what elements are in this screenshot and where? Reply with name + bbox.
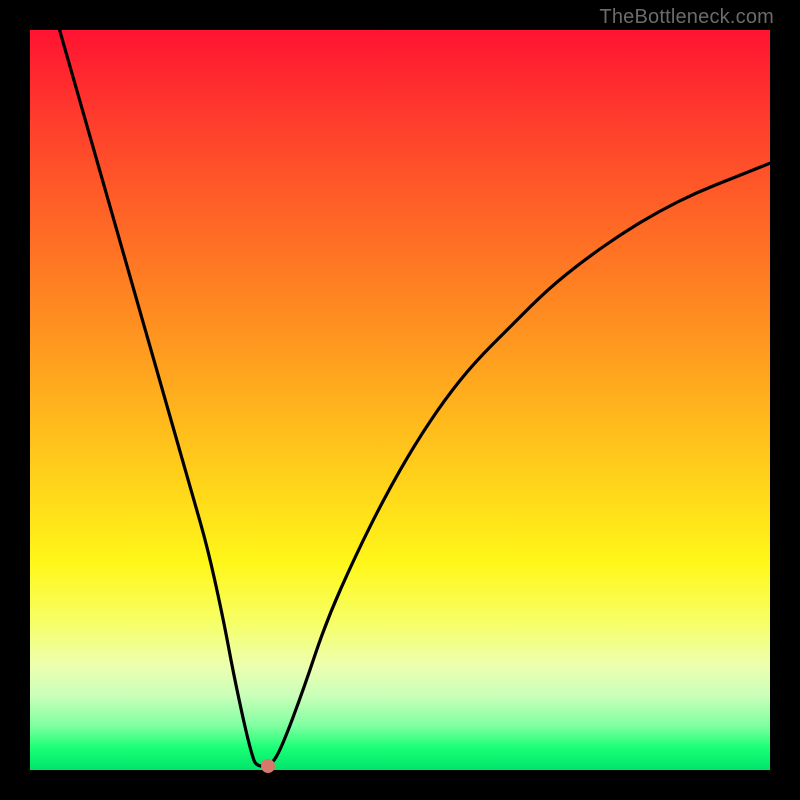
chart-frame: TheBottleneck.com (0, 0, 800, 800)
watermark-text: TheBottleneck.com (599, 6, 774, 29)
bottleneck-curve (30, 30, 770, 770)
minimum-point-marker (261, 759, 275, 773)
